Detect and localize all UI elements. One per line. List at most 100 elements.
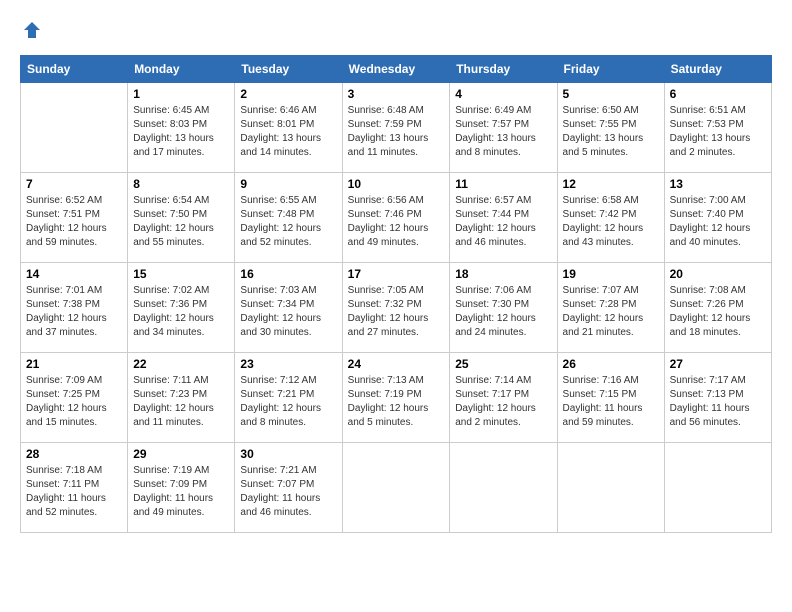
day-number: 23 [240, 357, 336, 371]
day-of-week-header: Thursday [450, 56, 557, 83]
calendar-cell: 13 Sunrise: 7:00 AM Sunset: 7:40 PM Dayli… [664, 173, 771, 263]
calendar-cell: 20 Sunrise: 7:08 AM Sunset: 7:26 PM Dayli… [664, 263, 771, 353]
day-info: Sunrise: 7:03 AM Sunset: 7:34 PM Dayligh… [240, 284, 336, 340]
calendar-cell: 16 Sunrise: 7:03 AM Sunset: 7:34 PM Dayli… [235, 263, 342, 353]
day-info: Sunrise: 6:46 AM Sunset: 8:01 PM Dayligh… [240, 104, 336, 160]
day-info: Sunrise: 6:57 AM Sunset: 7:44 PM Dayligh… [455, 194, 551, 250]
day-info: Sunrise: 6:55 AM Sunset: 7:48 PM Dayligh… [240, 194, 336, 250]
day-of-week-header: Monday [128, 56, 235, 83]
calendar-cell: 6 Sunrise: 6:51 AM Sunset: 7:53 PM Daylig… [664, 83, 771, 173]
logo [20, 20, 42, 45]
day-of-week-header: Saturday [664, 56, 771, 83]
day-number: 3 [348, 87, 445, 101]
day-number: 8 [133, 177, 229, 191]
day-info: Sunrise: 7:18 AM Sunset: 7:11 PM Dayligh… [26, 464, 122, 520]
calendar-cell: 22 Sunrise: 7:11 AM Sunset: 7:23 PM Dayli… [128, 353, 235, 443]
calendar-cell: 24 Sunrise: 7:13 AM Sunset: 7:19 PM Dayli… [342, 353, 450, 443]
day-number: 9 [240, 177, 336, 191]
day-number: 22 [133, 357, 229, 371]
day-info: Sunrise: 6:49 AM Sunset: 7:57 PM Dayligh… [455, 104, 551, 160]
day-number: 26 [563, 357, 659, 371]
day-info: Sunrise: 6:48 AM Sunset: 7:59 PM Dayligh… [348, 104, 445, 160]
calendar-cell: 7 Sunrise: 6:52 AM Sunset: 7:51 PM Daylig… [21, 173, 128, 263]
day-number: 19 [563, 267, 659, 281]
day-info: Sunrise: 7:08 AM Sunset: 7:26 PM Dayligh… [670, 284, 766, 340]
day-info: Sunrise: 6:54 AM Sunset: 7:50 PM Dayligh… [133, 194, 229, 250]
calendar-cell [342, 443, 450, 533]
day-info: Sunrise: 7:13 AM Sunset: 7:19 PM Dayligh… [348, 374, 445, 430]
day-number: 20 [670, 267, 766, 281]
calendar-week-row: 28 Sunrise: 7:18 AM Sunset: 7:11 PM Dayli… [21, 443, 772, 533]
day-number: 7 [26, 177, 122, 191]
day-number: 11 [455, 177, 551, 191]
calendar-cell [450, 443, 557, 533]
day-number: 12 [563, 177, 659, 191]
day-info: Sunrise: 6:51 AM Sunset: 7:53 PM Dayligh… [670, 104, 766, 160]
day-info: Sunrise: 6:45 AM Sunset: 8:03 PM Dayligh… [133, 104, 229, 160]
day-number: 21 [26, 357, 122, 371]
day-info: Sunrise: 7:17 AM Sunset: 7:13 PM Dayligh… [670, 374, 766, 430]
day-info: Sunrise: 7:14 AM Sunset: 7:17 PM Dayligh… [455, 374, 551, 430]
calendar-cell: 2 Sunrise: 6:46 AM Sunset: 8:01 PM Daylig… [235, 83, 342, 173]
day-of-week-header: Friday [557, 56, 664, 83]
day-info: Sunrise: 6:52 AM Sunset: 7:51 PM Dayligh… [26, 194, 122, 250]
calendar-cell: 21 Sunrise: 7:09 AM Sunset: 7:25 PM Dayli… [21, 353, 128, 443]
day-info: Sunrise: 7:00 AM Sunset: 7:40 PM Dayligh… [670, 194, 766, 250]
day-number: 4 [455, 87, 551, 101]
day-number: 18 [455, 267, 551, 281]
calendar-cell: 11 Sunrise: 6:57 AM Sunset: 7:44 PM Dayli… [450, 173, 557, 263]
day-number: 14 [26, 267, 122, 281]
day-info: Sunrise: 6:56 AM Sunset: 7:46 PM Dayligh… [348, 194, 445, 250]
calendar-week-row: 1 Sunrise: 6:45 AM Sunset: 8:03 PM Daylig… [21, 83, 772, 173]
day-info: Sunrise: 6:50 AM Sunset: 7:55 PM Dayligh… [563, 104, 659, 160]
day-info: Sunrise: 7:01 AM Sunset: 7:38 PM Dayligh… [26, 284, 122, 340]
calendar-cell: 25 Sunrise: 7:14 AM Sunset: 7:17 PM Dayli… [450, 353, 557, 443]
day-info: Sunrise: 7:09 AM Sunset: 7:25 PM Dayligh… [26, 374, 122, 430]
day-info: Sunrise: 7:06 AM Sunset: 7:30 PM Dayligh… [455, 284, 551, 340]
calendar-cell: 26 Sunrise: 7:16 AM Sunset: 7:15 PM Dayli… [557, 353, 664, 443]
day-number: 17 [348, 267, 445, 281]
day-number: 27 [670, 357, 766, 371]
day-number: 13 [670, 177, 766, 191]
calendar-cell: 30Sunrise: 7:21 AM Sunset: 7:07 PM Dayli… [235, 443, 342, 533]
calendar-cell: 19 Sunrise: 7:07 AM Sunset: 7:28 PM Dayli… [557, 263, 664, 353]
calendar-week-row: 14 Sunrise: 7:01 AM Sunset: 7:38 PM Dayli… [21, 263, 772, 353]
day-info: Sunrise: 6:58 AM Sunset: 7:42 PM Dayligh… [563, 194, 659, 250]
day-info: Sunrise: 7:12 AM Sunset: 7:21 PM Dayligh… [240, 374, 336, 430]
day-number: 16 [240, 267, 336, 281]
day-number: 24 [348, 357, 445, 371]
day-number: 30 [240, 447, 336, 461]
day-info: Sunrise: 7:11 AM Sunset: 7:23 PM Dayligh… [133, 374, 229, 430]
calendar-cell: 14 Sunrise: 7:01 AM Sunset: 7:38 PM Dayli… [21, 263, 128, 353]
day-number: 25 [455, 357, 551, 371]
day-number: 29 [133, 447, 229, 461]
logo-icon [22, 20, 42, 40]
day-info: Sunrise: 7:05 AM Sunset: 7:32 PM Dayligh… [348, 284, 445, 340]
calendar-week-row: 21 Sunrise: 7:09 AM Sunset: 7:25 PM Dayli… [21, 353, 772, 443]
day-number: 6 [670, 87, 766, 101]
calendar-cell [21, 83, 128, 173]
calendar-week-row: 7 Sunrise: 6:52 AM Sunset: 7:51 PM Daylig… [21, 173, 772, 263]
calendar-cell: 18 Sunrise: 7:06 AM Sunset: 7:30 PM Dayli… [450, 263, 557, 353]
day-info: Sunrise: 7:16 AM Sunset: 7:15 PM Dayligh… [563, 374, 659, 430]
day-info: Sunrise: 7:02 AM Sunset: 7:36 PM Dayligh… [133, 284, 229, 340]
day-info: Sunrise: 7:07 AM Sunset: 7:28 PM Dayligh… [563, 284, 659, 340]
day-number: 2 [240, 87, 336, 101]
day-of-week-header: Tuesday [235, 56, 342, 83]
day-number: 5 [563, 87, 659, 101]
day-number: 1 [133, 87, 229, 101]
calendar-cell: 10 Sunrise: 6:56 AM Sunset: 7:46 PM Dayli… [342, 173, 450, 263]
calendar-cell: 28 Sunrise: 7:18 AM Sunset: 7:11 PM Dayli… [21, 443, 128, 533]
day-number: 10 [348, 177, 445, 191]
day-number: 28 [26, 447, 122, 461]
calendar-cell: 27 Sunrise: 7:17 AM Sunset: 7:13 PM Dayli… [664, 353, 771, 443]
calendar-cell: 17 Sunrise: 7:05 AM Sunset: 7:32 PM Dayli… [342, 263, 450, 353]
calendar-cell: 15Sunrise: 7:02 AM Sunset: 7:36 PM Dayli… [128, 263, 235, 353]
calendar-cell [664, 443, 771, 533]
day-info: Sunrise: 7:19 AM Sunset: 7:09 PM Dayligh… [133, 464, 229, 520]
calendar-cell [557, 443, 664, 533]
calendar-cell: 1 Sunrise: 6:45 AM Sunset: 8:03 PM Daylig… [128, 83, 235, 173]
calendar-cell: 4 Sunrise: 6:49 AM Sunset: 7:57 PM Daylig… [450, 83, 557, 173]
calendar-cell: 29 Sunrise: 7:19 AM Sunset: 7:09 PM Dayli… [128, 443, 235, 533]
day-of-week-header: Wednesday [342, 56, 450, 83]
